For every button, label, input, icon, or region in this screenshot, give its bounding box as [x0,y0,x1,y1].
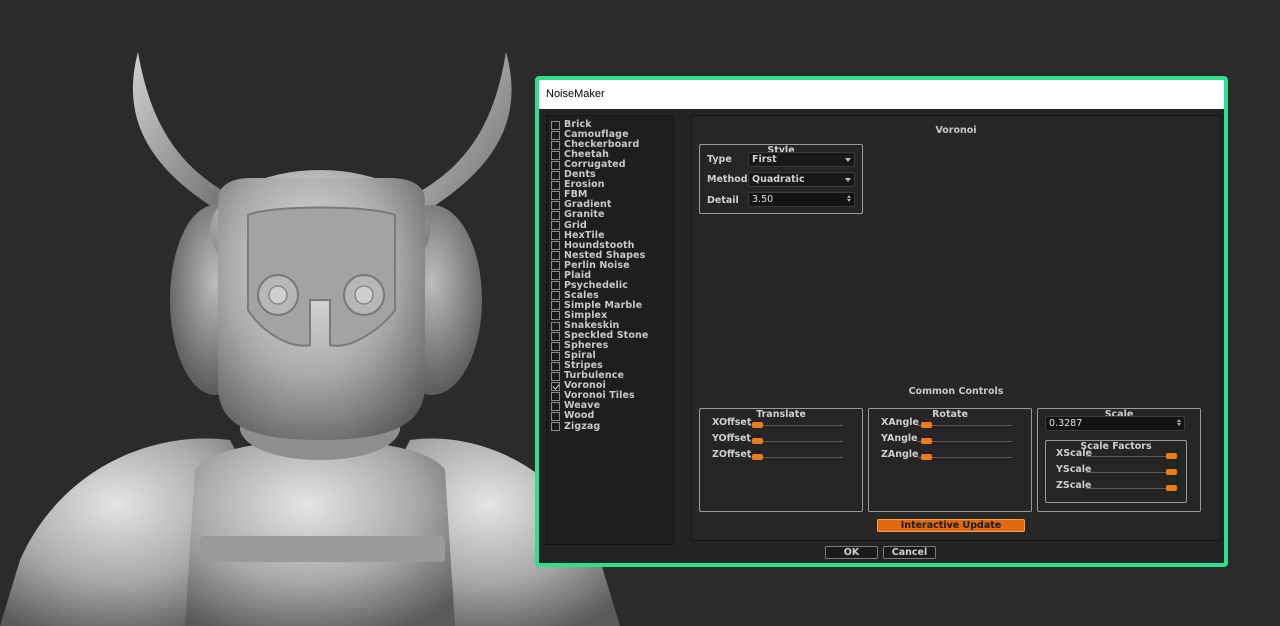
dialog-title: NoiseMaker [539,80,1224,109]
checkbox-icon[interactable] [551,160,560,170]
xscale-slider[interactable] [1086,451,1177,461]
checkbox-icon[interactable] [551,150,560,160]
checkbox-icon[interactable] [551,301,560,311]
checkbox-icon[interactable] [551,241,560,251]
type-dropdown-value: First [752,154,777,165]
method-label: Method [707,174,748,185]
interactive-update-button[interactable]: Interactive Update [877,519,1025,532]
zangle-label: ZAngle [881,449,919,460]
xangle-label: XAngle [881,417,919,428]
spin-arrows-icon[interactable] [1176,418,1182,429]
noise-type-item[interactable]: Granite [551,210,605,220]
checkbox-icon[interactable] [551,130,560,140]
checkbox-icon[interactable] [551,120,560,130]
noise-type-item[interactable]: Grid [551,219,587,231]
checkbox-icon[interactable] [551,351,560,361]
detail-label: Detail [707,195,739,206]
zoffset-label: ZOffset [712,449,752,460]
noise-type-item[interactable]: Zigzag [551,420,601,432]
checkbox-icon[interactable] [551,422,560,431]
checkbox-icon[interactable] [551,210,560,220]
panel-title: Voronoi [935,125,977,136]
noisemaker-dialog: NoiseMaker Brick Camouflage Checkerboard Ch… [535,76,1228,567]
spin-arrows-icon[interactable] [846,194,852,205]
checkbox-icon[interactable] [551,170,560,180]
yoffset-label: YOffset [712,433,751,444]
checked-checkbox-icon[interactable] [551,381,560,391]
checkbox-icon[interactable] [551,281,560,291]
noise-type-label: Wood [564,410,595,422]
checkbox-icon[interactable] [551,371,560,381]
slider-thumb[interactable] [1166,485,1177,491]
checkbox-icon[interactable] [551,271,560,281]
checkbox-icon[interactable] [551,231,560,241]
yangle-label: YAngle [881,433,918,444]
checkbox-icon[interactable] [551,251,560,261]
method-dropdown[interactable]: Quadratic [748,172,855,187]
translate-group: Translate XOffset YOffset ZOffset [699,408,863,512]
slider-thumb[interactable] [920,438,932,444]
rotate-group: Rotate XAngle YAngle ZAngle [868,408,1032,512]
detail-value: 3.50 [752,194,774,205]
checkbox-icon[interactable] [551,291,560,301]
slider-thumb[interactable] [920,422,932,428]
translate-group-title: Translate [753,409,809,420]
slider-track [1086,488,1171,489]
checkbox-icon[interactable] [551,180,560,190]
noise-type-label: Grid [564,219,587,231]
checkbox-icon[interactable] [551,261,560,271]
checkbox-icon[interactable] [551,190,560,200]
slider-thumb[interactable] [1166,469,1177,475]
cancel-button[interactable]: Cancel [883,546,936,559]
xangle-slider[interactable] [917,420,1012,430]
style-group: Style Type First Method Quadratic Detail… [699,144,863,214]
checkbox-icon[interactable] [551,140,560,150]
slider-thumb[interactable] [751,454,763,460]
dialog-client-area: Brick Camouflage Checkerboard Cheetah Corrug… [539,109,1224,563]
slider-thumb[interactable] [920,454,932,460]
checkbox-icon[interactable] [551,221,560,230]
xoffset-label: XOffset [712,417,752,428]
zangle-slider[interactable] [917,452,1012,462]
checkbox-icon[interactable] [551,411,560,421]
checkbox-icon[interactable] [551,361,560,371]
checkbox-icon[interactable] [551,391,560,401]
slider-thumb[interactable] [751,422,763,428]
noise-type-label: Granite [564,209,605,221]
yangle-slider[interactable] [917,436,1012,446]
type-label: Type [707,154,732,165]
zscale-slider[interactable] [1086,483,1177,493]
yscale-slider[interactable] [1086,467,1177,477]
scale-value: 0.3287 [1049,418,1083,429]
slider-track [1086,472,1171,473]
noise-settings-panel: Voronoi Style Type First Method Quadrati… [691,115,1221,541]
zoffset-slider[interactable] [748,452,843,462]
checkbox-icon[interactable] [551,401,560,411]
scale-group: Scale 0.3287 Scale Factors XScale YScale Z… [1037,408,1201,512]
type-dropdown[interactable]: First [748,152,855,167]
detail-spinbox[interactable]: 3.50 [748,192,855,207]
chevron-down-icon [845,158,851,162]
checkbox-icon[interactable] [551,200,560,210]
xoffset-slider[interactable] [748,420,843,430]
ok-button[interactable]: OK [825,546,878,559]
rotate-group-title: Rotate [929,409,971,420]
noise-type-list[interactable]: Brick Camouflage Checkerboard Cheetah Corrug… [546,115,674,545]
chevron-down-icon [845,178,851,182]
noise-type-item[interactable]: Wood [551,411,594,421]
noise-type-label: Zigzag [564,420,601,432]
checkbox-icon[interactable] [551,331,560,341]
yoffset-slider[interactable] [748,436,843,446]
checkbox-icon[interactable] [551,321,560,331]
scale-spinbox[interactable]: 0.3287 [1045,416,1185,431]
method-dropdown-value: Quadratic [752,174,805,185]
slider-track [1086,456,1171,457]
checkbox-icon[interactable] [551,311,560,321]
slider-thumb[interactable] [751,438,763,444]
checkbox-icon[interactable] [551,341,560,351]
common-controls-title: Common Controls [908,386,1004,397]
slider-thumb[interactable] [1166,453,1177,459]
scale-factors-group: Scale Factors XScale YScale ZScale [1045,440,1187,503]
